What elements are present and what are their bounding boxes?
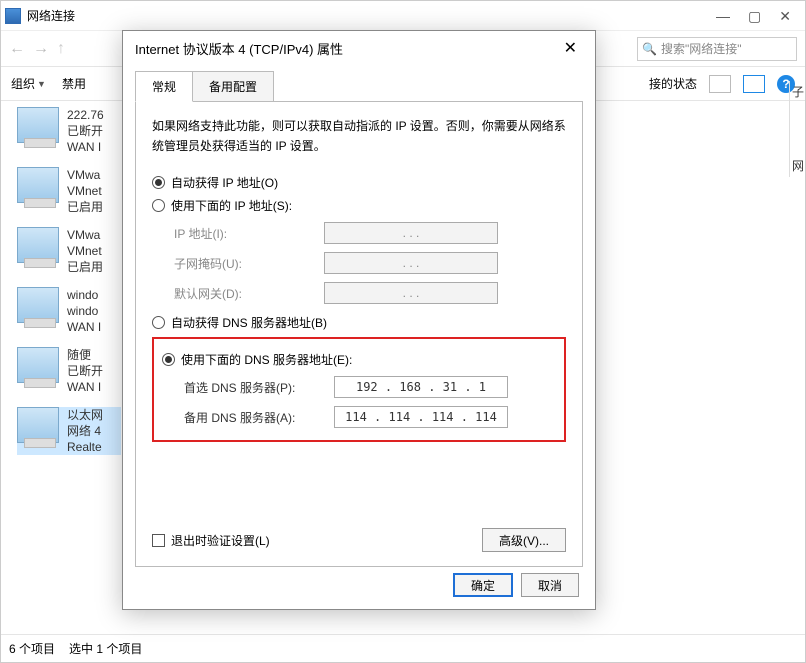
preview-icon[interactable] [743,75,765,93]
dns-fields: 首选 DNS 服务器(P):192 . 168 . 31 . 1 备用 DNS … [184,376,556,428]
tab-alternate[interactable]: 备用配置 [192,71,274,102]
app-icon [5,8,21,24]
alternate-dns-label: 备用 DNS 服务器(A): [184,409,334,426]
tab-strip: 常规 备用配置 [135,71,583,102]
search-placeholder: 搜索"网络连接" [661,40,742,57]
adapter-icon [17,347,59,383]
adapter-icon [17,227,59,263]
chevron-down-icon: ▼ [37,79,46,89]
alternate-dns-input[interactable]: 114 . 114 . 114 . 114 [334,406,508,428]
subnet-mask-label: 子网掩码(U): [174,255,324,272]
cancel-button[interactable]: 取消 [521,573,579,597]
minimize-icon[interactable]: — [716,9,730,23]
adapter-item[interactable]: VMwaVMnet已启用 [17,227,121,275]
maximize-icon[interactable]: ▢ [748,9,761,23]
close-icon[interactable]: ✕ [779,9,791,23]
adapter-item[interactable]: 222.76已断开WAN I [17,107,121,155]
adapter-icon [17,407,59,443]
view-icon[interactable] [709,75,731,93]
dialog-buttons: 确定 取消 [445,573,579,597]
ip-address-input: . . . [324,222,498,244]
ip-address-label: IP 地址(I): [174,225,324,242]
adapter-icon [17,167,59,203]
validate-label: 退出时验证设置(L) [171,532,270,549]
search-icon: 🔍 [642,42,657,56]
back-icon[interactable]: ← [9,40,25,58]
ip-fields: IP 地址(I):. . . 子网掩码(U):. . . 默认网关(D):. .… [174,222,566,304]
ipv4-properties-dialog: Internet 协议版本 4 (TCP/IPv4) 属性 ✕ 常规 备用配置 … [122,30,596,610]
dialog-titlebar: Internet 协议版本 4 (TCP/IPv4) 属性 ✕ [123,31,595,65]
intro-text: 如果网络支持此功能，则可以获取自动指派的 IP 设置。否则，你需要从网络系统管理… [152,116,566,156]
titlebar: 网络连接 — ▢ ✕ [1,1,805,31]
radio-dns-auto[interactable]: 自动获得 DNS 服务器地址(B) [152,314,566,331]
status-item-count: 6 个项目 [9,640,55,657]
organize-menu[interactable]: 组织 ▼ [11,75,46,92]
gateway-input: . . . [324,282,498,304]
status-bar: 6 个项目 选中 1 个项目 [1,634,805,662]
tab-body: 如果网络支持此功能，则可以获取自动指派的 IP 设置。否则，你需要从网络系统管理… [135,101,583,567]
disable-menu[interactable]: 禁用 [62,75,86,92]
adapter-item[interactable]: windowindoWAN I [17,287,121,335]
dialog-title: Internet 协议版本 4 (TCP/IPv4) 属性 [135,39,558,58]
window-buttons: — ▢ ✕ [716,9,801,23]
radio-icon [152,176,165,189]
preferred-dns-label: 首选 DNS 服务器(P): [184,379,334,396]
forward-icon[interactable]: → [33,40,49,58]
truncated-menu-label[interactable]: 接的状态 [649,75,697,92]
adapter-item[interactable]: VMwaVMnet已启用 [17,167,121,215]
radio-icon [152,199,165,212]
adapter-item[interactable]: 以太网网络 4Realte [17,407,121,455]
advanced-button[interactable]: 高级(V)... [482,528,566,552]
ok-button[interactable]: 确定 [453,573,513,597]
radio-icon [152,316,165,329]
gateway-label: 默认网关(D): [174,285,324,302]
window-title: 网络连接 [27,7,716,24]
clipped-text: 子 网 [789,81,806,177]
status-selected: 选中 1 个项目 [69,640,142,657]
radio-ip-auto[interactable]: 自动获得 IP 地址(O) [152,174,566,191]
adapter-icon [17,287,59,323]
adapter-item[interactable]: 随便已断开WAN I [17,347,121,395]
adapter-icon [17,107,59,143]
tab-general[interactable]: 常规 [135,71,193,102]
adapter-list: 222.76已断开WAN I VMwaVMnet已启用 VMwaVMnet已启用… [1,101,121,641]
subnet-mask-input: . . . [324,252,498,274]
search-input[interactable]: 🔍 搜索"网络连接" [637,37,797,61]
close-icon[interactable]: ✕ [558,36,583,60]
up-icon[interactable]: ↑ [57,40,65,58]
radio-dns-manual[interactable]: 使用下面的 DNS 服务器地址(E): [162,351,556,368]
radio-icon [162,353,175,366]
bottom-row: 退出时验证设置(L) 高级(V)... [152,528,566,552]
radio-ip-manual[interactable]: 使用下面的 IP 地址(S): [152,197,566,214]
dns-manual-highlight: 使用下面的 DNS 服务器地址(E): 首选 DNS 服务器(P):192 . … [152,337,566,442]
validate-checkbox[interactable] [152,534,165,547]
preferred-dns-input[interactable]: 192 . 168 . 31 . 1 [334,376,508,398]
